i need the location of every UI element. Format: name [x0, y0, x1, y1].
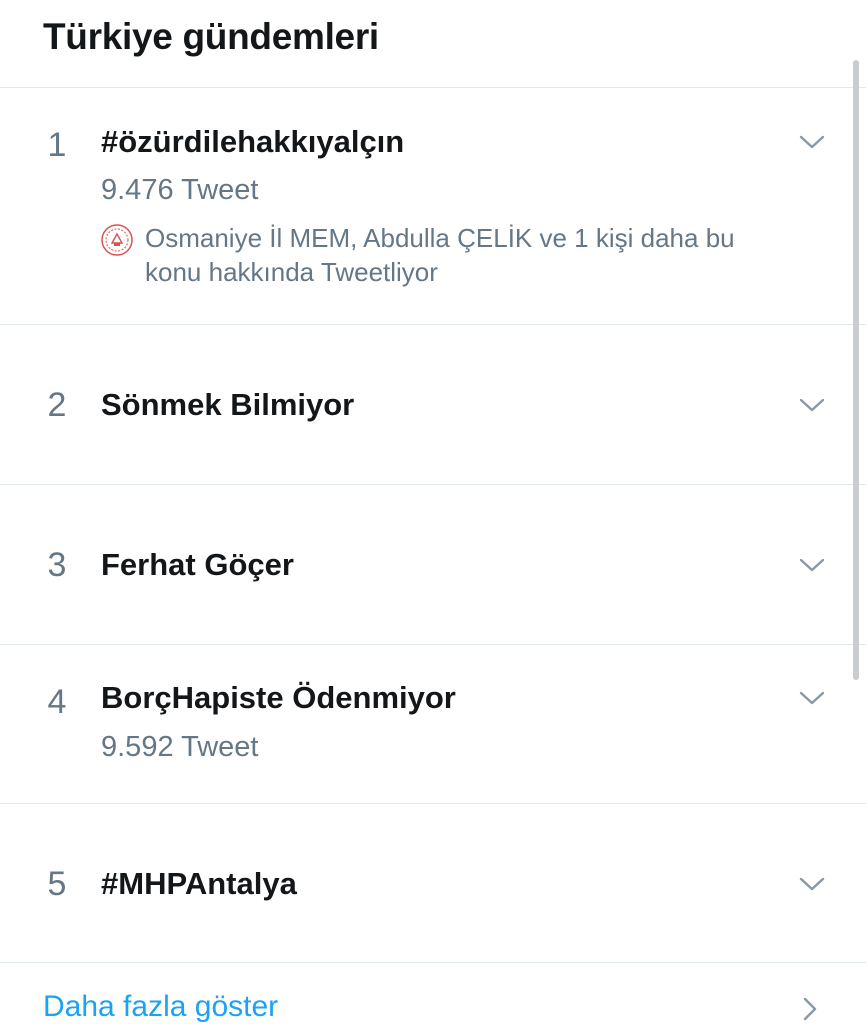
chevron-down-icon[interactable] — [798, 876, 826, 892]
trend-name: #MHPAntalya — [101, 866, 297, 901]
show-more-link[interactable]: Daha fazla göster — [0, 962, 866, 1024]
trends-header: Türkiye gündemleri — [0, 0, 866, 88]
chevron-down-icon[interactable] — [798, 397, 826, 413]
chevron-down-icon[interactable] — [798, 134, 826, 150]
scrollbar[interactable] — [853, 60, 859, 680]
trend-item-5[interactable]: 5 #MHPAntalya — [0, 804, 866, 963]
chevron-down-icon[interactable] — [798, 690, 826, 706]
context-line-1: Osmaniye İl MEM, Abdulla ÇELİK ve 1 kişi… — [145, 223, 735, 253]
trend-rank: 4 — [47, 683, 67, 721]
trends-page: Türkiye gündemleri 1 #özürdilehakkıyalçı… — [0, 0, 866, 1024]
trend-rank: 3 — [47, 546, 67, 584]
trend-item-1[interactable]: 1 #özürdilehakkıyalçın 9.476 Tweet Osman… — [0, 88, 866, 325]
trend-tweet-count: 9.476 Tweet — [101, 174, 259, 206]
context-line-2: konu hakkında Tweetliyor — [145, 257, 438, 287]
trend-item-4[interactable]: 4 BorçHapiste Ödenmiyor 9.592 Tweet — [0, 645, 866, 804]
trend-context: Osmaniye İl MEM, Abdulla ÇELİK ve 1 kişi… — [101, 221, 821, 289]
trend-rank: 1 — [47, 126, 67, 164]
show-more-label: Daha fazla göster — [43, 990, 279, 1023]
chevron-down-icon[interactable] — [798, 557, 826, 573]
trend-tweet-count: 9.592 Tweet — [101, 731, 259, 763]
trend-name: Sönmek Bilmiyor — [101, 387, 355, 422]
trend-rank: 5 — [47, 865, 67, 903]
trend-name: Ferhat Göçer — [101, 547, 294, 582]
page-title: Türkiye gündemleri — [43, 16, 379, 57]
trend-rank: 2 — [47, 386, 67, 424]
trend-item-3[interactable]: 3 Ferhat Göçer — [0, 485, 866, 645]
chevron-right-icon[interactable] — [802, 996, 818, 1022]
ministry-seal-icon — [101, 224, 133, 256]
trend-item-2[interactable]: 2 Sönmek Bilmiyor — [0, 325, 866, 485]
trend-name: #özürdilehakkıyalçın — [101, 124, 405, 159]
trend-name: BorçHapiste Ödenmiyor — [101, 680, 456, 715]
